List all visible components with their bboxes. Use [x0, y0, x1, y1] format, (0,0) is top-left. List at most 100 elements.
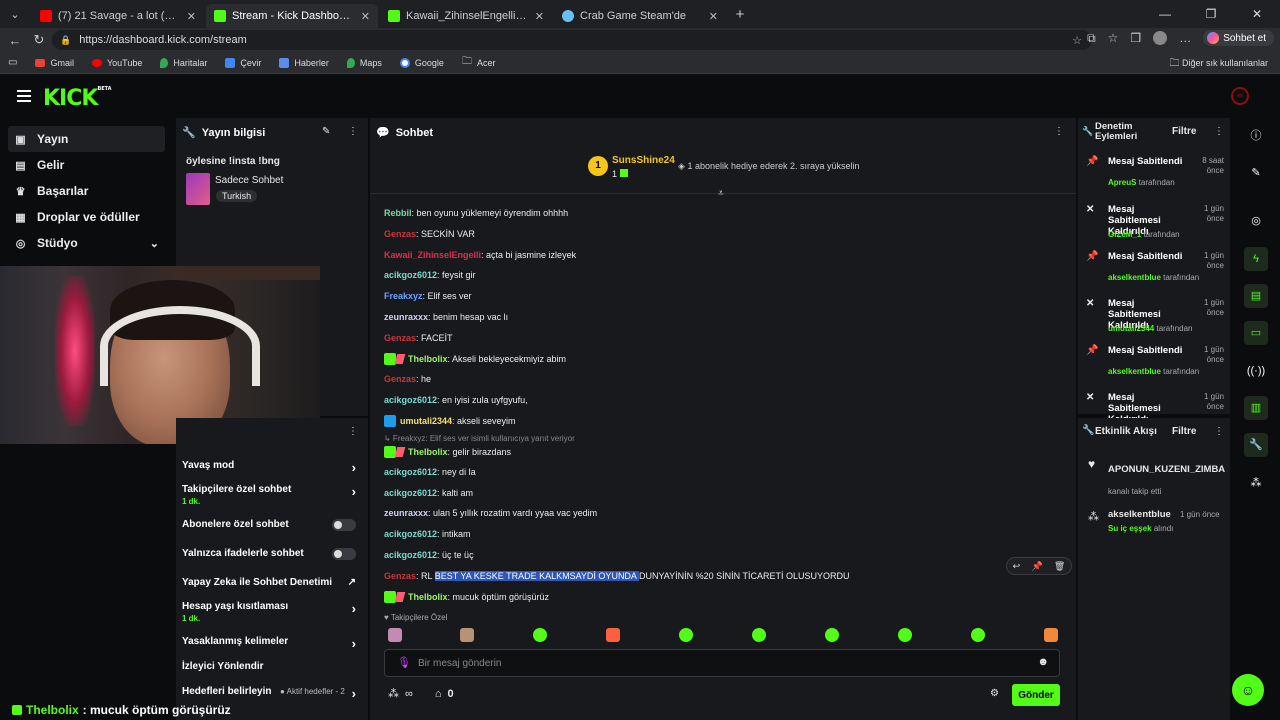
chat-username[interactable]: acikgoz6012: [384, 529, 437, 539]
collections-icon[interactable]: ❒: [1130, 31, 1141, 45]
nav-item-basarilar[interactable]: ♛ Başarılar: [8, 178, 165, 204]
setting-slow-mode[interactable]: Yavaş mod ›: [182, 460, 362, 475]
browser-tab-kick-dashboard[interactable]: Stream - Kick Dashboard ✕: [206, 4, 378, 28]
sidebar-toggle-icon[interactable]: ▭: [8, 57, 17, 68]
chat-username[interactable]: acikgoz6012: [384, 550, 437, 560]
profile-icon[interactable]: [1153, 31, 1168, 45]
emoji-icon[interactable]: ☻: [1037, 656, 1049, 668]
bookmark-gmail[interactable]: Gmail: [35, 58, 74, 68]
minimize-button[interactable]: —: [1142, 0, 1188, 28]
chat-username[interactable]: Genzas: [384, 374, 416, 384]
chat-username[interactable]: acikgoz6012: [384, 488, 437, 498]
bookmark-cevir[interactable]: Çevir: [225, 57, 261, 68]
browser-tab-youtube[interactable]: (7) 21 Savage - a lot (Official Video) ✕: [32, 4, 204, 28]
edit-icon[interactable]: ✎: [1244, 161, 1268, 185]
chat-username[interactable]: Thelbolix: [408, 354, 448, 364]
filter-button[interactable]: Filtre: [1172, 126, 1196, 137]
broadcast-icon[interactable]: ((·)): [1244, 359, 1268, 383]
more-vertical-icon[interactable]: ⋮: [1214, 126, 1224, 137]
toggle-switch[interactable]: [332, 519, 356, 531]
bookmark-maps[interactable]: Maps: [346, 57, 382, 68]
extensions-icon[interactable]: ⧉: [1087, 31, 1096, 46]
lightning-icon[interactable]: ϟ: [1244, 247, 1268, 271]
document-icon[interactable]: ▤: [1244, 284, 1268, 308]
chat-username[interactable]: acikgoz6012: [384, 270, 437, 280]
moderator-name[interactable]: akselkentblue: [1108, 367, 1161, 376]
chat-message[interactable]: zeunraxxx: ulan 5 yıllık rozatim vardı y…: [384, 508, 597, 518]
chat-username[interactable]: Thelbolix: [408, 447, 448, 457]
emote-icon[interactable]: [1044, 628, 1058, 642]
new-tab-button[interactable]: +: [726, 6, 754, 23]
back-icon[interactable]: ←: [8, 33, 22, 48]
window-close-button[interactable]: ✕: [1234, 0, 1280, 28]
pin-icon[interactable]: 📌: [1031, 561, 1042, 572]
chat-username[interactable]: Thelbolix: [408, 592, 448, 602]
nav-item-yayin[interactable]: ▣ Yayın: [8, 126, 165, 152]
favorite-star-icon[interactable]: ☆: [1072, 34, 1082, 47]
support-chat-icon[interactable]: ☺: [1232, 674, 1264, 706]
chat-message[interactable]: Genzas: FACEİT: [384, 333, 453, 343]
chat-input[interactable]: 🎙 Bir mesaj gönderin ☻: [384, 649, 1060, 677]
trash-icon[interactable]: 🗑: [1054, 561, 1065, 572]
chat-username[interactable]: Kawaii_ZihinselEngelli: [384, 250, 481, 260]
emote-icon[interactable]: [898, 628, 912, 642]
toggle-switch[interactable]: [332, 548, 356, 560]
emote-icon[interactable]: [971, 628, 985, 642]
moderator-name[interactable]: umutali2344: [1108, 324, 1154, 333]
favorites-icon[interactable]: ☆: [1108, 31, 1119, 45]
bookmark-haritalar[interactable]: Haritalar: [160, 57, 207, 68]
channel-points-icon[interactable]: ⁂: [1244, 471, 1268, 495]
chat-username[interactable]: Genzas: [384, 571, 416, 581]
chat-message[interactable]: Kawaii_ZihinselEngelli: açta bi jasmine …: [384, 250, 576, 260]
tab-menu-icon[interactable]: ⌄: [0, 8, 30, 21]
chat-username[interactable]: Genzas: [384, 333, 416, 343]
reply-icon[interactable]: ↩: [1013, 561, 1021, 572]
more-icon[interactable]: …: [1179, 31, 1191, 45]
chat-message[interactable]: Freakxyz: Elif ses ver: [384, 291, 472, 301]
bookmark-youtube[interactable]: YouTube: [91, 58, 142, 68]
chevron-down-icon[interactable]: ⩡: [718, 188, 724, 199]
chat-username[interactable]: zeunraxxx: [384, 508, 428, 518]
bookmark-acer[interactable]: 🗀 Acer: [462, 54, 496, 71]
emote-icon[interactable]: [752, 628, 766, 642]
browser-tab-kick-stream[interactable]: Kawaii_ZihinselEngelli Stream - We ✕: [380, 4, 552, 28]
setting-followers-only[interactable]: Takipçilere özel sohbet 1 dk. ›: [182, 484, 362, 506]
chat-message[interactable]: Genzas: he: [384, 374, 431, 384]
bookmark-haberler[interactable]: Haberler: [279, 57, 329, 68]
emote-icon[interactable]: [825, 628, 839, 642]
moderator-name[interactable]: AprеuS: [1108, 178, 1136, 187]
chat-username[interactable]: Genzas: [384, 229, 416, 239]
chat-message[interactable]: Thelbolix: Akseli bekleyecekmiyiz abim: [384, 353, 566, 365]
chat-username[interactable]: umutali2344: [400, 416, 452, 426]
layout-icon[interactable]: ▥: [1244, 396, 1268, 420]
setting-ai-moderation[interactable]: Yapay Zeka ile Sohbet Denetimi ↗: [182, 577, 362, 588]
nav-item-gelir[interactable]: ▤ Gelir: [8, 152, 165, 178]
user-avatar[interactable]: ☠: [1231, 87, 1249, 105]
chat-username[interactable]: zeunraxxx: [384, 312, 428, 322]
url-field[interactable]: 🔒 https://dashboard.kick.com/stream ☆: [52, 30, 1092, 50]
chat-message[interactable]: Thelbolix: gelir birazdans: [384, 446, 511, 458]
filter-button[interactable]: Filtre: [1172, 426, 1196, 437]
chat-message[interactable]: Rebbil: ben oyunu yüklemeyi öyrendim ohh…: [384, 208, 568, 218]
setting-account-age[interactable]: Hesap yaşı kısıtlaması 1 dk. ›: [182, 601, 362, 623]
chat-message[interactable]: zeunraxxx: benim hesap vac lı: [384, 312, 508, 322]
bookmark-google[interactable]: Google: [399, 57, 444, 68]
refresh-icon[interactable]: ↻: [32, 32, 46, 48]
wrench-icon[interactable]: 🔧: [1244, 433, 1268, 457]
chat-message[interactable]: Genzas: SECKİN VAR: [384, 229, 475, 239]
copilot-chat-button[interactable]: Sohbet et: [1203, 30, 1274, 46]
chat-username[interactable]: acikgoz6012: [384, 467, 437, 477]
chat-message[interactable]: umutali2344: akseli seveyim: [384, 415, 516, 427]
nav-item-droplar[interactable]: ▦ Droplar ve ödüller: [8, 204, 165, 230]
chat-username[interactable]: Rebbil: [384, 208, 412, 218]
more-vertical-icon[interactable]: ⋮: [348, 126, 358, 137]
setting-subscribers-only[interactable]: Abonelere özel sohbet: [182, 519, 362, 531]
other-bookmarks[interactable]: 🗀 Diğer sık kullanılanlar: [1169, 56, 1268, 73]
emote-icon[interactable]: [679, 628, 693, 642]
more-vertical-icon[interactable]: ⋮: [348, 426, 358, 437]
chat-message[interactable]: acikgoz6012: en iyisi zula uyfgyufu,: [384, 395, 528, 405]
emote-icon[interactable]: [606, 628, 620, 642]
chat-message[interactable]: Genzas: RL BEST YA KESKE TRADE KALKMSAYD…: [384, 571, 850, 581]
nav-item-studyo[interactable]: ◎ Stüdyo ⌄: [8, 230, 165, 256]
emote-icon[interactable]: [388, 628, 402, 642]
